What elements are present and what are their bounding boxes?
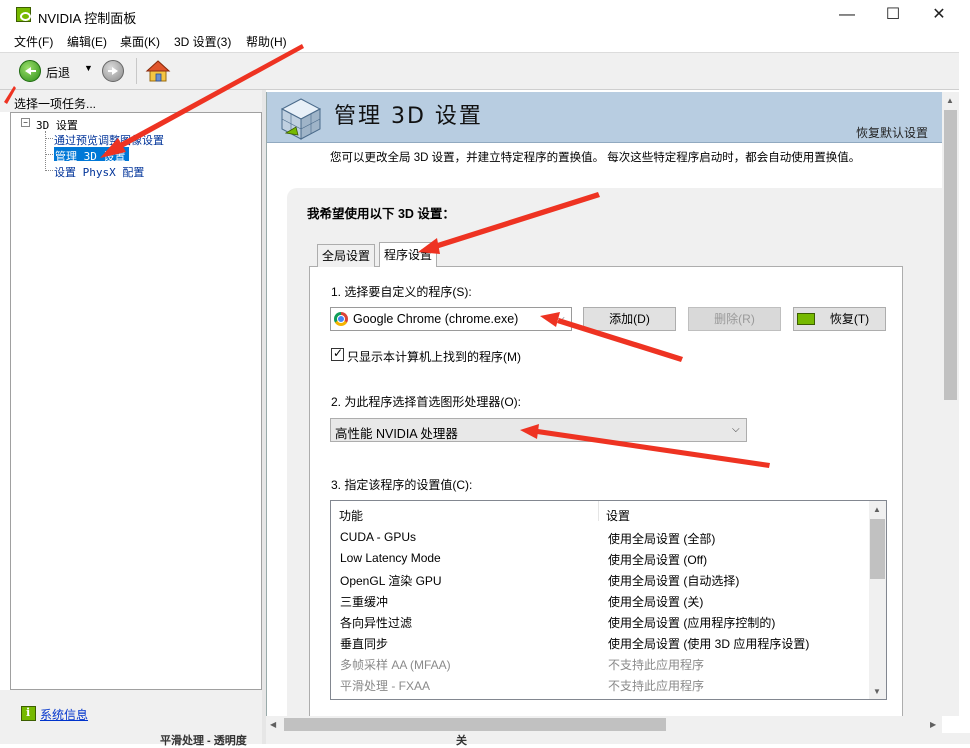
- add-program-button[interactable]: 添加(D): [583, 307, 676, 331]
- tree-connector: [45, 138, 53, 139]
- menu-desktop[interactable]: 桌面(K): [120, 33, 160, 50]
- chrome-icon: [334, 312, 348, 326]
- settings-table-scroll-thumb[interactable]: [870, 519, 885, 579]
- nvidia-logo-icon: [797, 313, 815, 325]
- chevron-down-icon[interactable]: ⌵: [557, 313, 565, 324]
- toolbar-divider: [136, 58, 137, 84]
- tree-item-adjust-image-preview[interactable]: 通过预览调整图像设置: [54, 132, 164, 148]
- system-info-link[interactable]: 系统信息: [40, 706, 88, 723]
- table-row-feature[interactable]: 各向异性过滤: [340, 614, 412, 631]
- forward-arrow-icon[interactable]: [102, 60, 124, 82]
- window-title: NVIDIA 控制面板: [38, 11, 137, 26]
- background-window-text: 平滑处理 - 透明度: [160, 735, 247, 747]
- table-row-feature[interactable]: CUDA - GPUs: [340, 530, 416, 544]
- info-icon[interactable]: [21, 706, 36, 721]
- table-row-setting[interactable]: 使用全局设置 (使用 3D 应用程序设置): [608, 635, 809, 652]
- scroll-down-icon[interactable]: ▼: [873, 687, 881, 696]
- program-select-value: Google Chrome (chrome.exe): [353, 312, 519, 326]
- table-row-setting[interactable]: 不支持此应用程序: [608, 677, 704, 694]
- menu-edit[interactable]: 编辑(E): [67, 33, 107, 50]
- menu-file[interactable]: 文件(F): [14, 33, 53, 50]
- table-row-feature[interactable]: OpenGL 渲染 GPU: [340, 572, 442, 589]
- section-heading: 我希望使用以下 3D 设置：: [307, 207, 455, 221]
- main-vertical-scroll-thumb[interactable]: [944, 110, 957, 400]
- maximize-button[interactable]: ☐: [870, 0, 916, 30]
- column-header-feature[interactable]: 功能: [339, 507, 363, 524]
- task-panel-title: 选择一项任务...: [14, 97, 97, 111]
- background-window-strip: [266, 733, 970, 744]
- table-row-feature[interactable]: 三重缓冲: [340, 593, 388, 610]
- table-row-setting[interactable]: 使用全局设置 (应用程序控制的): [608, 614, 775, 631]
- background-window-text: 关: [456, 735, 467, 747]
- table-row-setting[interactable]: 使用全局设置 (自动选择): [608, 572, 739, 589]
- tab-global-settings[interactable]: 全局设置: [317, 244, 376, 267]
- tree-item-physx-config[interactable]: 设置 PhysX 配置: [54, 164, 144, 180]
- tab-program-settings[interactable]: 程序设置: [379, 242, 438, 267]
- scroll-up-icon[interactable]: ▲: [873, 505, 881, 514]
- table-row-feature[interactable]: 平滑处理 - FXAA: [340, 677, 430, 694]
- chevron-down-icon[interactable]: ⌵: [732, 424, 740, 435]
- table-row-feature[interactable]: 垂直同步: [340, 635, 388, 652]
- table-row-setting[interactable]: 不支持此应用程序: [608, 656, 704, 673]
- tree-collapse-toggle[interactable]: −: [21, 118, 30, 127]
- table-row-setting[interactable]: 使用全局设置 (关): [608, 593, 703, 610]
- table-row-feature[interactable]: Low Latency Mode: [340, 551, 441, 565]
- restore-defaults-link[interactable]: 恢复默认设置: [856, 124, 928, 141]
- page-title: 管理 3D 设置: [334, 104, 483, 129]
- task-tree: [10, 112, 262, 690]
- remove-program-button[interactable]: 删除(R): [688, 307, 781, 331]
- table-row-feature[interactable]: 多帧采样 AA (MFAA): [340, 656, 451, 673]
- menu-3d-settings[interactable]: 3D 设置(3): [174, 33, 231, 50]
- scroll-up-icon[interactable]: ▲: [946, 96, 954, 105]
- show-local-programs-checkbox[interactable]: [331, 346, 344, 361]
- page-description: 您可以更改全局 3D 设置，并建立特定程序的置换值。 每次这些特定程序启动时，都…: [330, 152, 861, 164]
- scroll-right-icon[interactable]: ▶: [930, 720, 936, 729]
- gpu-select-value: 高性能 NVIDIA 处理器: [335, 427, 458, 441]
- window-edge: [959, 52, 970, 744]
- minimize-button[interactable]: —: [824, 0, 870, 30]
- show-local-programs-label[interactable]: 只显示本计算机上找到的程序(M): [347, 348, 521, 365]
- nvidia-logo-icon: [16, 7, 31, 22]
- tree-root-3d-settings[interactable]: 3D 设置: [36, 117, 78, 133]
- tree-connector: [45, 131, 46, 171]
- main-horizontal-scroll-thumb[interactable]: [284, 718, 666, 731]
- back-arrow-icon[interactable]: [19, 60, 41, 82]
- column-header-setting[interactable]: 设置: [606, 507, 630, 524]
- tree-connector: [45, 170, 53, 171]
- column-divider[interactable]: [598, 501, 599, 521]
- tree-connector: [45, 154, 53, 155]
- back-history-dropdown[interactable]: ▼: [84, 63, 93, 73]
- select-gpu-label: 2. 为此程序选择首选图形处理器(O):: [331, 395, 522, 409]
- table-row-setting[interactable]: 使用全局设置 (Off): [608, 551, 707, 568]
- close-button[interactable]: ✕: [916, 0, 962, 30]
- table-row-setting[interactable]: 使用全局设置 (全部): [608, 530, 715, 547]
- home-icon[interactable]: [145, 58, 171, 84]
- tree-item-manage-3d-settings[interactable]: 管理 3D 设置: [55, 148, 126, 164]
- back-button[interactable]: 后退: [46, 64, 70, 81]
- select-program-label: 1. 选择要自定义的程序(S):: [331, 285, 472, 299]
- 3d-cube-icon: [280, 98, 322, 140]
- program-settings-label: 3. 指定该程序的设置值(C):: [331, 478, 473, 492]
- scroll-left-icon[interactable]: ◀: [270, 720, 276, 729]
- menu-help[interactable]: 帮助(H): [246, 33, 287, 50]
